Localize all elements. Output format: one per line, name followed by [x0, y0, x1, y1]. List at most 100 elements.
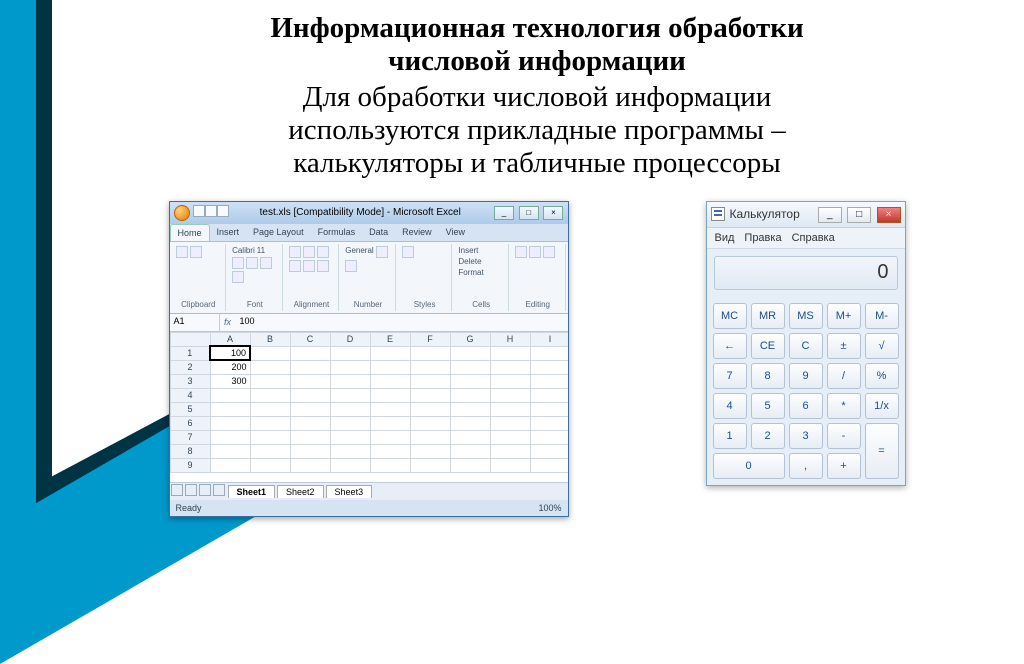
tab-review[interactable]: Review [395, 224, 439, 241]
sheet-tab[interactable]: Sheet2 [277, 485, 324, 498]
col-header[interactable]: H [490, 332, 530, 346]
key-back[interactable]: ← [713, 333, 747, 359]
close-icon[interactable]: × [877, 207, 901, 223]
row-header[interactable]: 7 [170, 430, 210, 444]
key-plus[interactable]: + [827, 453, 861, 479]
key-mr[interactable]: MR [751, 303, 785, 329]
row-header[interactable]: 9 [170, 458, 210, 472]
col-header[interactable]: B [250, 332, 290, 346]
quick-access-toolbar[interactable] [193, 205, 229, 220]
spreadsheet-grid[interactable]: A B C D E F G H I 1100 2200 3300 4 5 [170, 332, 568, 482]
cell[interactable]: 100 [210, 346, 250, 360]
key-ms[interactable]: MS [789, 303, 823, 329]
status-bar: Ready 100% [170, 500, 568, 516]
maximize-icon[interactable]: □ [847, 207, 871, 223]
minimize-icon[interactable]: _ [494, 206, 514, 220]
number-format[interactable]: General [345, 246, 373, 258]
status-ready: Ready [176, 503, 202, 513]
key-sqrt[interactable]: √ [865, 333, 899, 359]
cells-insert[interactable]: Insert [458, 246, 504, 255]
col-header[interactable]: D [330, 332, 370, 346]
key-7[interactable]: 7 [713, 363, 747, 389]
body-line-2: используются прикладные программы – [288, 114, 785, 146]
sheet-table[interactable]: A B C D E F G H I 1100 2200 3300 4 5 [170, 332, 568, 473]
row-header[interactable]: 6 [170, 416, 210, 430]
key-0[interactable]: 0 [713, 453, 785, 479]
menu-view[interactable]: Вид [715, 232, 735, 244]
cells-format[interactable]: Format [458, 268, 504, 277]
excel-titlebar: test.xls [Compatibility Mode] - Microsof… [170, 202, 568, 224]
maximize-icon[interactable]: □ [519, 206, 539, 220]
row-header[interactable]: 5 [170, 402, 210, 416]
key-4[interactable]: 4 [713, 393, 747, 419]
row-header[interactable]: 3 [170, 374, 210, 388]
col-header[interactable]: G [450, 332, 490, 346]
col-header[interactable]: F [410, 332, 450, 346]
tab-page-layout[interactable]: Page Layout [246, 224, 311, 241]
row-header[interactable]: 4 [170, 388, 210, 402]
tab-view[interactable]: View [439, 224, 472, 241]
sheet-nav[interactable] [170, 484, 226, 498]
office-button-icon[interactable] [174, 205, 190, 221]
row-header[interactable]: 2 [170, 360, 210, 374]
key-8[interactable]: 8 [751, 363, 785, 389]
key-9[interactable]: 9 [789, 363, 823, 389]
cell[interactable]: 200 [210, 360, 250, 374]
close-icon[interactable]: × [543, 206, 563, 220]
tab-insert[interactable]: Insert [210, 224, 247, 241]
window-controls[interactable]: _ □ × [492, 206, 564, 220]
key-6[interactable]: 6 [789, 393, 823, 419]
sheet-tab[interactable]: Sheet1 [228, 485, 276, 498]
calc-titlebar: Калькулятор _ □ × [707, 202, 905, 228]
cell[interactable]: 300 [210, 374, 250, 388]
key-recip[interactable]: 1/x [865, 393, 899, 419]
ribbon-group-editing: Editing [511, 244, 566, 311]
key-percent[interactable]: % [865, 363, 899, 389]
font-size[interactable]: 11 [257, 246, 265, 255]
row-header[interactable]: 1 [170, 346, 210, 360]
col-header[interactable]: I [530, 332, 568, 346]
select-all-corner[interactable] [170, 332, 210, 346]
col-header[interactable]: E [370, 332, 410, 346]
sheet-tab[interactable]: Sheet3 [326, 485, 373, 498]
key-mc[interactable]: MC [713, 303, 747, 329]
calculator-icon [711, 207, 725, 221]
tab-formulas[interactable]: Formulas [311, 224, 363, 241]
menu-help[interactable]: Справка [792, 232, 835, 244]
slide-title: Информационная технология обработки числ… [70, 12, 1004, 79]
row-header[interactable]: 8 [170, 444, 210, 458]
key-2[interactable]: 2 [751, 423, 785, 449]
ribbon-group-styles: Styles [398, 244, 453, 311]
decorative-stripe-blue [0, 0, 36, 574]
font-name[interactable]: Calibri [232, 246, 255, 255]
menu-edit[interactable]: Правка [744, 232, 781, 244]
formula-input[interactable]: 100 [236, 314, 568, 331]
key-div[interactable]: / [827, 363, 861, 389]
ribbon-group-cells: Insert Delete Format Cells [454, 244, 509, 311]
key-c[interactable]: C [789, 333, 823, 359]
name-box[interactable]: A1 [170, 314, 220, 331]
key-neg[interactable]: ± [827, 333, 861, 359]
key-minus[interactable]: - [827, 423, 861, 449]
key-5[interactable]: 5 [751, 393, 785, 419]
zoom-level[interactable]: 100% [538, 503, 561, 513]
calc-window-controls[interactable]: _ □ × [816, 206, 901, 223]
key-3[interactable]: 3 [789, 423, 823, 449]
key-dot[interactable]: , [789, 453, 823, 479]
minimize-icon[interactable]: _ [818, 207, 842, 223]
col-header[interactable]: C [290, 332, 330, 346]
cells-delete[interactable]: Delete [458, 257, 504, 266]
ribbon-group-alignment: Alignment [285, 244, 340, 311]
slide-body: Для обработки числовой информации исполь… [70, 81, 1004, 181]
body-line-3: калькуляторы и табличные процессоры [293, 147, 780, 179]
key-equals[interactable]: = [865, 423, 899, 479]
tab-data[interactable]: Data [362, 224, 395, 241]
key-1[interactable]: 1 [713, 423, 747, 449]
col-header[interactable]: A [210, 332, 250, 346]
fx-icon[interactable]: fx [220, 314, 236, 331]
key-mul[interactable]: * [827, 393, 861, 419]
key-mplus[interactable]: M+ [827, 303, 861, 329]
tab-home[interactable]: Home [170, 224, 210, 241]
key-ce[interactable]: CE [751, 333, 785, 359]
key-mminus[interactable]: M- [865, 303, 899, 329]
